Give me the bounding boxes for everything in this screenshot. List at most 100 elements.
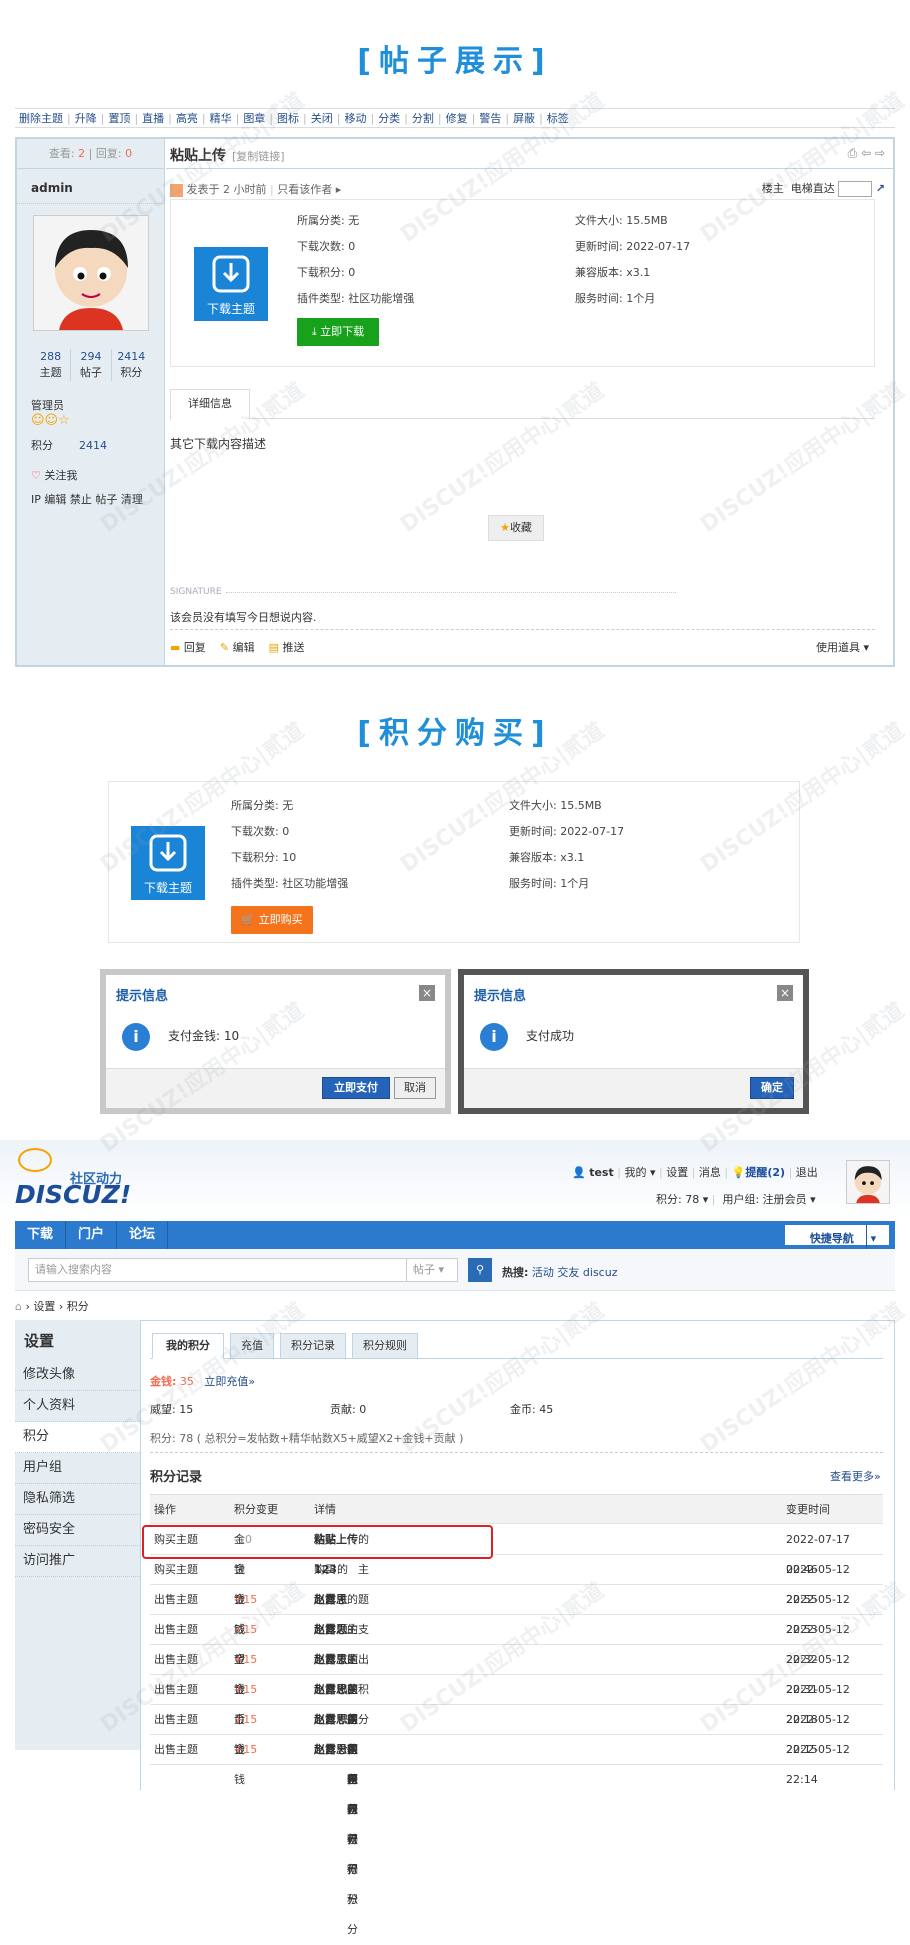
sidebar-item[interactable]: 用户组 (15, 1453, 140, 1484)
close-icon[interactable]: × (419, 985, 435, 1001)
tab-detail[interactable]: 详细信息 (170, 389, 250, 420)
user-icon (170, 183, 183, 197)
sidebar-item[interactable]: 个人资料 (15, 1391, 140, 1422)
sidebar-item[interactable]: 修改头像 (15, 1360, 140, 1391)
credits-menu[interactable]: 积分: 78 ▾ (656, 1193, 708, 1206)
tab-2[interactable]: 积分记录 (280, 1333, 346, 1359)
toolbar-item[interactable]: 删除主题 (15, 110, 67, 126)
hot-link[interactable]: discuz (583, 1266, 618, 1279)
recharge-link[interactable]: 立即充值» (204, 1375, 255, 1388)
toolbar-item[interactable]: 移动 (340, 110, 370, 126)
user-name[interactable]: test (589, 1166, 614, 1179)
search-icon[interactable]: ⚲ (468, 1258, 492, 1282)
usergroup-menu[interactable]: 用户组: 注册会员 ▾ (722, 1193, 815, 1206)
hot-link[interactable]: 交友 (557, 1266, 579, 1279)
toolbar-item[interactable]: 图标 (273, 110, 303, 126)
favorite-button[interactable]: ★收藏 (488, 515, 544, 541)
home-icon[interactable]: ⌂ (15, 1300, 22, 1313)
author-stat[interactable]: 288 主题 (31, 349, 70, 381)
pay-dialog-title: 提示信息 (116, 989, 169, 1004)
info-updated: 更新时间: 2022-07-17 (575, 240, 691, 253)
close-icon[interactable]: × (777, 985, 793, 1001)
pay-now-button[interactable]: 立即支付 (322, 1077, 390, 1099)
quick-nav-button[interactable]: 快捷导航 ▾ (785, 1225, 889, 1253)
toolbar-item[interactable]: 关闭 (307, 110, 337, 126)
nav-item[interactable]: 论坛 (117, 1221, 169, 1249)
purchase-size: 文件大小: 15.5MB (509, 799, 602, 812)
settings-link[interactable]: 设置 (666, 1166, 688, 1179)
hot-link[interactable]: 活动 (532, 1266, 554, 1279)
tools-menu[interactable]: 使用道具 ▾ (816, 639, 869, 655)
sidebar-item[interactable]: 隐私筛选 (15, 1484, 140, 1515)
toolbar-item[interactable]: 图章 (239, 110, 269, 126)
toolbar-item[interactable]: 高亮 (172, 110, 202, 126)
download-now-button[interactable]: ⤓ 立即下载 (297, 318, 379, 346)
go-icon[interactable]: ↗ (876, 182, 885, 195)
my-menu[interactable]: 我的 ▾ (624, 1166, 655, 1179)
info-icon: i (480, 1023, 508, 1051)
post-container: 查看: 2 | 回复: 0 admin 288 主题 294 帖子 2414 积分 管理员… (15, 137, 895, 667)
purchase-plugin-type: 插件类型: 社区功能增强 (231, 877, 349, 890)
toolbar-item[interactable]: 精华 (206, 110, 236, 126)
table-row: 出售主题 金钱 +15 出售 赵露思 的主题获得积分 2022-05-12 22:53 (150, 1585, 883, 1786)
nav-item[interactable]: 下载 (15, 1221, 67, 1249)
author-group: 管理员 (31, 399, 64, 412)
author-stat[interactable]: 2414 积分 (110, 349, 151, 381)
cancel-button[interactable]: 取消 (394, 1077, 436, 1099)
toolbar-item[interactable]: 标签 (543, 110, 573, 126)
author-stat[interactable]: 294 帖子 (70, 349, 110, 381)
edit-button[interactable]: ✎ 编辑 (220, 641, 255, 654)
post-title-bar: 粘贴上传 [复制链接] ⎙ ⇦ ⇨ (166, 139, 893, 169)
site-logo[interactable]: 社区动力 DISCUZ! (15, 1148, 131, 1209)
search-type-select[interactable]: 帖子 ▾ (406, 1258, 458, 1282)
purchase-updated: 更新时间: 2022-07-17 (509, 825, 625, 838)
more-records-link[interactable]: 查看更多» (830, 1468, 881, 1484)
tab-0[interactable]: 我的积分 (152, 1333, 224, 1359)
tab-3[interactable]: 积分规则 (352, 1333, 418, 1359)
toolbar-item[interactable]: 置顶 (104, 110, 134, 126)
remind-link[interactable]: 提醒(2) (745, 1166, 785, 1179)
sidebar-item[interactable]: 密码安全 (15, 1515, 140, 1546)
sidebar-item[interactable]: 积分 (15, 1422, 140, 1453)
copy-link[interactable]: [复制链接] (232, 148, 285, 164)
author-avatar[interactable] (33, 215, 149, 331)
follow-link[interactable]: ♡ 关注我 (31, 467, 77, 483)
nav-item[interactable]: 门户 (66, 1221, 118, 1249)
sidebar-item[interactable]: 访问推广 (15, 1546, 140, 1577)
toolbar-item[interactable]: 修复 (442, 110, 472, 126)
reply-button[interactable]: ▬ 回复 (170, 641, 206, 654)
table-row: 出售主题 金钱 +15 出售 赵露思 的主题获得积分 2022-05-12 22:31 (150, 1645, 883, 1846)
toolbar-item[interactable]: 警告 (475, 110, 505, 126)
pay-dialog: 提示信息 × i 支付金钱: 10 立即支付 取消 (100, 969, 451, 1114)
buy-now-button[interactable]: 🛒 立即购买 (231, 906, 313, 934)
logout-link[interactable]: 退出 (796, 1166, 818, 1179)
section-title-purchase: [积分购买] (357, 716, 553, 751)
star-icon: ★ (500, 521, 510, 534)
ok-button[interactable]: 确定 (750, 1077, 794, 1099)
user-bar: 👤 test | 我的 ▾ | 设置 | 消息 | 💡提醒(2) | 退出 (572, 1166, 818, 1179)
author-name[interactable]: admin (31, 181, 73, 195)
table-row: 出售主题 金币 +15 出售 赵露思 的主题获得积分 2022-05-12 22:18 (150, 1675, 883, 1876)
user-avatar[interactable] (846, 1160, 890, 1204)
toolbar-item[interactable]: 分割 (408, 110, 438, 126)
info-icon: i (122, 1023, 150, 1051)
elevator-input[interactable] (838, 181, 873, 197)
toolbar-item[interactable]: 分类 (374, 110, 404, 126)
toolbar-item[interactable]: 直播 (138, 110, 168, 126)
info-plugin-type: 插件类型: 社区功能增强 (297, 292, 415, 305)
table-row: 出售主题 威望 +15 出售 赵露思 的主题获得积分 2022-05-12 22:32 (150, 1615, 883, 1816)
tab-1[interactable]: 充值 (230, 1333, 274, 1359)
purchase-compat: 兼容版本: x3.1 (509, 851, 585, 864)
rank-stars-icon: ☺☺☆ (31, 413, 70, 428)
recommend-button[interactable]: ▤ 推送 (269, 641, 305, 654)
toolbar-item[interactable]: 屏蔽 (509, 110, 539, 126)
post-title: 粘贴上传 (170, 148, 226, 164)
only-author-link[interactable]: 只看该作者 (277, 183, 332, 196)
print-icon[interactable]: ⎙ ⇦ ⇨ (848, 146, 885, 161)
admin-links[interactable]: IP 编辑 禁止 帖子 清理 (31, 491, 143, 507)
messages-link[interactable]: 消息 (699, 1166, 721, 1179)
toolbar-item[interactable]: 升降 (71, 110, 101, 126)
success-dialog-message: 支付成功 (526, 1029, 575, 1043)
post-main: 粘贴上传 [复制链接] ⎙ ⇦ ⇨ 发表于 2 小时前 | 只看该作者 ▸ 楼主… (166, 139, 893, 665)
search-input[interactable]: 请输入搜索内容 (28, 1258, 408, 1282)
